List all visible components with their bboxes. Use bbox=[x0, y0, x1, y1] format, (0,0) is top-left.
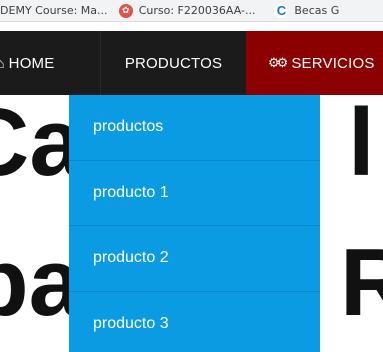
bookmark-label: Curso: F220036AA-... bbox=[138, 4, 256, 17]
dropdown-item-producto-1[interactable]: producto 1 bbox=[69, 161, 320, 226]
course-favicon-icon: ✿ bbox=[118, 3, 133, 18]
bookmarks-bar: UDEMY Course: Ma... ✿ Curso: F220036AA-.… bbox=[0, 0, 383, 22]
bookmark-udemy[interactable]: UDEMY Course: Ma... bbox=[0, 0, 119, 21]
nav-servicios-label: SERVICIOS bbox=[291, 54, 375, 72]
nav-home[interactable]: ⌂ HOME bbox=[0, 31, 100, 95]
dropdown-item-productos[interactable]: productos bbox=[69, 95, 320, 161]
hero-line-1-right: l bbox=[348, 95, 375, 196]
home-icon: ⌂ bbox=[0, 55, 5, 71]
nav-productos-label: PRODUCTOS bbox=[124, 54, 223, 72]
bookmark-becas[interactable]: C Becas G bbox=[274, 0, 383, 21]
productos-dropdown: productos producto 1 producto 2 producto… bbox=[69, 95, 320, 352]
main-navbar: ⌂ HOME PRODUCTOS ⚙⚙ SERVICIOS bbox=[0, 31, 383, 95]
bookmark-curso[interactable]: ✿ Curso: F220036AA-... bbox=[118, 0, 275, 21]
nav-home-label: HOME bbox=[8, 54, 55, 72]
nav-productos[interactable]: PRODUCTOS bbox=[100, 31, 246, 95]
c-favicon-icon: C bbox=[274, 3, 289, 18]
bookmark-label: Becas G bbox=[294, 4, 340, 17]
hero-line-2-right: R bbox=[340, 229, 383, 336]
bookmark-label: UDEMY Course: Ma... bbox=[0, 4, 108, 17]
gears-icon: ⚙⚙ bbox=[268, 55, 288, 70]
dropdown-item-producto-3[interactable]: producto 3 bbox=[69, 292, 320, 352]
dropdown-item-producto-2[interactable]: producto 2 bbox=[69, 226, 320, 292]
nav-servicios[interactable]: ⚙⚙ SERVICIOS bbox=[246, 31, 383, 95]
